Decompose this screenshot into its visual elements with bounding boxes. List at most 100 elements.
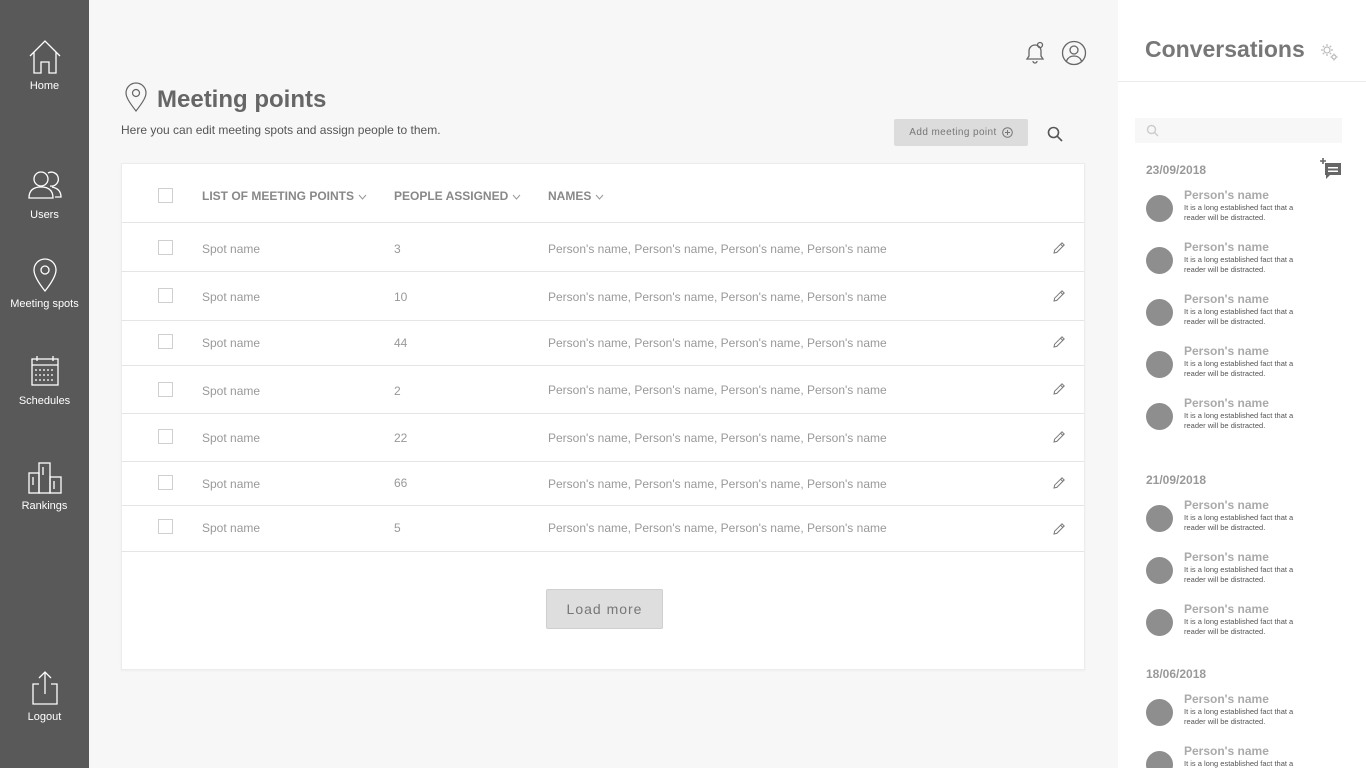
conversation-item[interactable]: Person's name It is a long established f… xyxy=(1146,692,1346,736)
assigned-names: Person's name, Person's name, Person's n… xyxy=(548,290,887,304)
pencil-icon[interactable] xyxy=(1052,335,1066,349)
spot-name: Spot name xyxy=(202,431,261,445)
column-label: PEOPLE ASSIGNED xyxy=(394,189,509,203)
people-count: 10 xyxy=(394,290,408,304)
row-checkbox[interactable] xyxy=(158,475,173,490)
row-checkbox[interactable] xyxy=(158,429,173,444)
message-preview: It is a long established fact that a rea… xyxy=(1184,307,1294,326)
table-row: Spot name 5 Person's name, Person's name… xyxy=(122,506,1084,552)
chevron-down-icon xyxy=(512,194,521,200)
sidebar-item-home[interactable]: Home xyxy=(0,37,89,92)
conversation-item[interactable]: Person's name It is a long established f… xyxy=(1146,498,1346,542)
column-header-meeting-points[interactable]: LIST OF MEETING POINTS xyxy=(202,189,367,203)
people-count: 44 xyxy=(394,336,408,350)
podium-icon xyxy=(27,462,62,494)
table-row: Spot name 44 Person's name, Person's nam… xyxy=(122,321,1084,366)
avatar xyxy=(1146,403,1173,430)
search-icon[interactable] xyxy=(1046,125,1064,143)
table-row: Spot name 66 Person's name, Person's nam… xyxy=(122,462,1084,506)
row-checkbox[interactable] xyxy=(158,519,173,534)
pencil-icon[interactable] xyxy=(1052,382,1066,396)
sender-name: Person's name xyxy=(1184,498,1269,512)
spot-name: Spot name xyxy=(202,336,261,350)
conversation-item[interactable]: Person's name It is a long established f… xyxy=(1146,344,1346,388)
sender-name: Person's name xyxy=(1184,240,1269,254)
row-checkbox[interactable] xyxy=(158,334,173,349)
select-all-checkbox[interactable] xyxy=(158,188,173,203)
people-count: 22 xyxy=(394,431,408,445)
home-icon xyxy=(29,40,60,74)
conversation-item[interactable]: Person's name It is a long established f… xyxy=(1146,602,1346,646)
conversation-item[interactable]: Person's name It is a long established f… xyxy=(1146,188,1346,232)
pencil-icon[interactable] xyxy=(1052,522,1066,536)
add-meeting-point-button[interactable]: Add meeting point xyxy=(894,119,1028,146)
people-count: 3 xyxy=(394,242,401,256)
conversation-item[interactable]: Person's name It is a long established f… xyxy=(1146,292,1346,336)
conversation-item[interactable]: Person's name It is a long established f… xyxy=(1146,396,1346,440)
location-pin-icon xyxy=(125,82,147,112)
bell-icon[interactable] xyxy=(1022,40,1048,66)
conversation-item[interactable]: Person's name It is a long established f… xyxy=(1146,550,1346,594)
spot-name: Spot name xyxy=(202,477,261,491)
assigned-names: Person's name, Person's name, Person's n… xyxy=(548,431,887,445)
user-profile-icon[interactable] xyxy=(1061,40,1087,66)
sidebar-item-label: Home xyxy=(29,80,60,92)
divider xyxy=(1118,81,1366,82)
table-row: Spot name 10 Person's name, Person's nam… xyxy=(122,272,1084,321)
row-checkbox[interactable] xyxy=(158,288,173,303)
pencil-icon[interactable] xyxy=(1052,241,1066,255)
new-message-icon[interactable] xyxy=(1319,157,1343,181)
sidebar-item-label: Users xyxy=(30,209,59,221)
avatar xyxy=(1146,505,1173,532)
page-subtitle: Here you can edit meeting spots and assi… xyxy=(121,123,441,137)
message-preview: It is a long established fact that a rea… xyxy=(1184,565,1294,584)
spot-name: Spot name xyxy=(202,290,261,304)
sidebar-item-label: Meeting spots xyxy=(10,298,79,310)
main-content: Meeting points Here you can edit meeting… xyxy=(89,0,1118,768)
sender-name: Person's name xyxy=(1184,744,1269,758)
page-title: Meeting points xyxy=(157,86,327,113)
conversation-date: 21/09/2018 xyxy=(1146,473,1207,487)
pencil-icon[interactable] xyxy=(1052,430,1066,444)
people-count: 5 xyxy=(394,521,401,535)
spot-name: Spot name xyxy=(202,521,261,535)
conversations-search-input[interactable] xyxy=(1135,118,1342,143)
pencil-icon[interactable] xyxy=(1052,476,1066,490)
column-header-people-assigned[interactable]: PEOPLE ASSIGNED xyxy=(394,189,521,203)
meeting-points-table: LIST OF MEETING POINTS PEOPLE ASSIGNED N… xyxy=(121,163,1085,670)
share-logout-icon xyxy=(31,671,58,705)
message-preview: It is a long established fact that a rea… xyxy=(1184,411,1294,430)
gears-icon[interactable] xyxy=(1319,42,1339,62)
sidebar-item-meeting-spots[interactable]: Meeting spots xyxy=(0,255,89,310)
message-preview: It is a long established fact that a rea… xyxy=(1184,707,1294,726)
conversation-item[interactable]: Person's name It is a long established f… xyxy=(1146,744,1346,768)
conversation-item[interactable]: Person's name It is a long established f… xyxy=(1146,240,1346,284)
search-icon xyxy=(1146,124,1159,137)
assigned-names: Person's name, Person's name, Person's n… xyxy=(548,477,887,491)
column-label: LIST OF MEETING POINTS xyxy=(202,189,355,203)
table-row: Spot name 3 Person's name, Person's name… xyxy=(122,223,1084,272)
sidebar-item-schedules[interactable]: Schedules xyxy=(0,352,89,407)
sidebar-item-rankings[interactable]: Rankings xyxy=(0,457,89,512)
avatar xyxy=(1146,195,1173,222)
plus-circle-icon xyxy=(1001,127,1013,138)
avatar xyxy=(1146,557,1173,584)
table-row: Spot name 2 Person's name, Person's name… xyxy=(122,366,1084,414)
sender-name: Person's name xyxy=(1184,188,1269,202)
column-header-names[interactable]: NAMES xyxy=(548,189,604,203)
sender-name: Person's name xyxy=(1184,396,1269,410)
row-checkbox[interactable] xyxy=(158,240,173,255)
assigned-names: Person's name, Person's name, Person's n… xyxy=(548,521,887,535)
spot-name: Spot name xyxy=(202,384,261,398)
conversation-date: 23/09/2018 xyxy=(1146,163,1207,177)
sender-name: Person's name xyxy=(1184,292,1269,306)
conversations-panel: Conversations 23/09/2018 Person's name I… xyxy=(1118,0,1366,768)
load-more-button[interactable]: Load more xyxy=(546,589,663,629)
assigned-names: Person's name, Person's name, Person's n… xyxy=(548,336,887,350)
pencil-icon[interactable] xyxy=(1052,289,1066,303)
conversations-title: Conversations xyxy=(1145,36,1305,62)
sidebar-item-users[interactable]: Users xyxy=(0,166,89,221)
sender-name: Person's name xyxy=(1184,602,1269,616)
row-checkbox[interactable] xyxy=(158,382,173,397)
logout-button[interactable]: Logout xyxy=(0,668,89,723)
